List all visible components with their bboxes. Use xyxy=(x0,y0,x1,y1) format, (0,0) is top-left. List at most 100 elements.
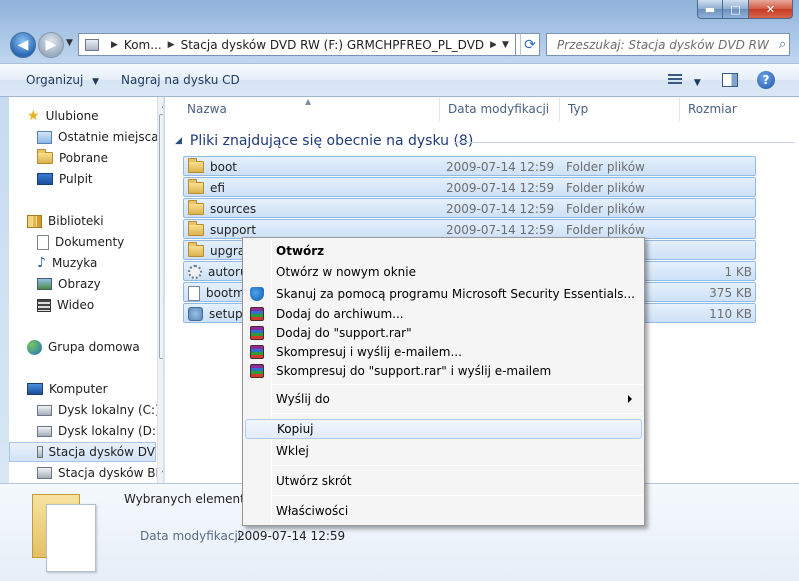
scrollbar-thumb[interactable] xyxy=(159,114,163,359)
star-icon: ★ xyxy=(27,108,40,124)
sidebar-item-label: Dysk lokalny (C:) xyxy=(58,403,160,417)
file-date: 2009-07-14 12:59 xyxy=(446,160,555,174)
file-row[interactable]: sources 2009-07-14 12:59 Folder plików xyxy=(183,198,756,218)
preview-pane-button[interactable] xyxy=(722,73,738,90)
menu-item-add-rar[interactable]: Dodaj do "support.rar" xyxy=(245,323,642,343)
sidebar-item-recent-places[interactable]: Ostatnie miejsca xyxy=(37,127,159,147)
scroll-up-icon[interactable]: ▲ xyxy=(162,100,163,109)
recent-pages-dropdown-icon[interactable]: ▼ xyxy=(66,38,73,48)
file-size: 110 KB xyxy=(709,307,752,321)
menu-item-compress-email[interactable]: Skompresuj i wyślij e-mailem... xyxy=(245,342,642,362)
sidebar-item-bd-drive[interactable]: Stacja dysków BD xyxy=(37,463,163,483)
file-name: setup xyxy=(209,307,243,321)
details-date-label: Data modyfikacji: xyxy=(140,529,246,543)
sidebar-item-music[interactable]: ♪ Muzyka xyxy=(37,253,97,273)
breadcrumb-computer[interactable]: Kom... xyxy=(124,38,162,52)
sidebar-item-pictures[interactable]: Obrazy xyxy=(37,274,101,294)
file-name-cell: efi xyxy=(188,178,258,198)
minimize-button[interactable]: ▬ xyxy=(697,0,723,19)
recent-places-icon xyxy=(37,130,52,144)
context-menu: Otwórz Otwórz w nowym oknie Skanuj za po… xyxy=(242,237,645,526)
menu-item-send-to[interactable]: Wyślij do xyxy=(245,389,642,409)
group-header-label: Pliki znajdujące się obecnie na dysku (8… xyxy=(189,133,474,149)
file-icon xyxy=(188,285,200,301)
files-thumbnail-icon xyxy=(32,490,96,574)
column-header-size[interactable]: Rozmiar xyxy=(680,97,780,121)
menu-separator xyxy=(273,384,642,385)
film-icon xyxy=(37,298,51,312)
search-box[interactable]: ⌕ xyxy=(546,33,790,56)
menu-item-open-new-window[interactable]: Otwórz w nowym oknie xyxy=(245,262,642,282)
menu-item-open[interactable]: Otwórz xyxy=(245,241,642,261)
group-divider xyxy=(455,142,795,143)
menu-item-properties[interactable]: Właściwości xyxy=(245,501,642,521)
file-name-cell: sources xyxy=(188,199,258,219)
search-input[interactable] xyxy=(555,36,775,53)
sidebar-item-homegroup[interactable]: Grupa domowa xyxy=(27,337,140,357)
address-bar[interactable]: ▶ Kom... ▶ Stacja dysków DVD RW (F:) GRM… xyxy=(78,33,540,56)
submenu-arrow-icon xyxy=(628,395,632,403)
column-header-type[interactable]: Typ xyxy=(560,97,680,121)
winrar-icon xyxy=(250,326,264,340)
menu-item-create-shortcut[interactable]: Utwórz skrót xyxy=(245,471,642,491)
organize-button[interactable]: Organizuj ▼ xyxy=(26,73,99,87)
sidebar-item-drive-d[interactable]: Dysk lokalny (D:) xyxy=(37,421,161,441)
help-button[interactable]: ? xyxy=(757,71,775,89)
local-disk-icon xyxy=(37,425,52,437)
menu-separator xyxy=(273,465,642,466)
sidebar-item-label: Pulpit xyxy=(59,172,93,186)
file-date: 2009-07-14 12:59 xyxy=(446,181,555,195)
burn-cd-button[interactable]: Nagraj na dysku CD xyxy=(121,73,240,87)
menu-item-scan[interactable]: Skanuj za pomocą programu Microsoft Secu… xyxy=(245,284,642,304)
menu-item-add-archive[interactable]: Dodaj do archiwum... xyxy=(245,304,642,324)
folder-icon xyxy=(188,158,204,173)
refresh-icon[interactable]: ⟳ xyxy=(520,33,540,56)
address-dropdown-icon[interactable]: ▼ xyxy=(496,33,516,56)
group-header[interactable]: ◢ Pliki znajdujące się obecnie na dysku … xyxy=(175,133,473,149)
sidebar-item-desktop[interactable]: Pulpit xyxy=(37,169,93,189)
breadcrumb-dvd-drive[interactable]: Stacja dysków DVD RW (F:) GRMCHPFREO_PL_… xyxy=(181,38,485,52)
sidebar-item-label: Obrazy xyxy=(58,277,101,291)
sidebar-item-libraries[interactable]: Biblioteki xyxy=(27,211,104,231)
security-essentials-icon xyxy=(250,287,264,301)
column-header-date[interactable]: Data modyfikacji xyxy=(440,97,560,121)
sidebar-item-drive-c[interactable]: Dysk lokalny (C:) xyxy=(37,400,160,420)
breadcrumb-chevron-icon[interactable]: ▶ xyxy=(111,40,118,50)
breadcrumb-chevron-icon[interactable]: ▶ xyxy=(168,40,175,50)
file-size xyxy=(666,199,752,219)
column-header-name[interactable]: Nazwa xyxy=(179,97,440,121)
menu-item-compress-rar-email[interactable]: Skompresuj do "support.rar" i wyślij e-m… xyxy=(245,361,642,381)
pictures-icon xyxy=(37,278,52,290)
scroll-down-icon[interactable]: ▼ xyxy=(162,469,163,478)
command-bar: Organizuj ▼ Nagraj na dysku CD ▼ ? xyxy=(0,63,799,97)
folder-icon xyxy=(188,200,204,215)
file-type: Folder plików xyxy=(566,181,645,195)
sidebar-scrollbar[interactable]: ▲ ▼ xyxy=(157,97,163,483)
document-icon xyxy=(37,234,49,250)
sidebar-item-label: Dokumenty xyxy=(55,235,125,249)
folder-icon xyxy=(188,179,204,194)
sidebar-item-label: Dysk lokalny (D:) xyxy=(58,424,161,438)
view-options-button[interactable]: ▼ xyxy=(668,74,701,88)
back-button[interactable]: ◀ xyxy=(10,32,36,58)
maximize-button[interactable]: □ xyxy=(723,0,749,19)
search-icon[interactable]: ⌕ xyxy=(779,37,786,52)
file-row[interactable]: boot 2009-07-14 12:59 Folder plików xyxy=(183,156,756,176)
file-row[interactable]: efi 2009-07-14 12:59 Folder plików xyxy=(183,177,756,197)
sidebar-item-label: Biblioteki xyxy=(48,214,104,228)
menu-item-paste[interactable]: Wklej xyxy=(245,441,642,461)
sidebar-item-computer[interactable]: Komputer xyxy=(27,379,108,399)
sidebar-item-downloads[interactable]: Pobrane xyxy=(37,148,108,168)
close-button[interactable]: ✕ xyxy=(749,0,793,19)
sidebar-item-dvd-drive[interactable]: Stacja dysków DV xyxy=(9,442,156,462)
collapse-triangle-icon[interactable]: ◢ xyxy=(175,136,182,146)
sidebar-item-favorites[interactable]: ★ Ulubione xyxy=(27,106,99,126)
file-type: Folder plików xyxy=(566,160,645,174)
menu-item-copy[interactable]: Kopiuj xyxy=(245,419,642,439)
sidebar-item-label: Wideo xyxy=(57,298,95,312)
sidebar-item-videos[interactable]: Wideo xyxy=(37,295,94,315)
sidebar-item-documents[interactable]: Dokumenty xyxy=(37,232,124,252)
file-size: 375 KB xyxy=(709,286,752,300)
forward-button[interactable]: ▶ xyxy=(38,32,64,58)
file-row[interactable]: support 2009-07-14 12:59 Folder plików xyxy=(183,219,756,239)
